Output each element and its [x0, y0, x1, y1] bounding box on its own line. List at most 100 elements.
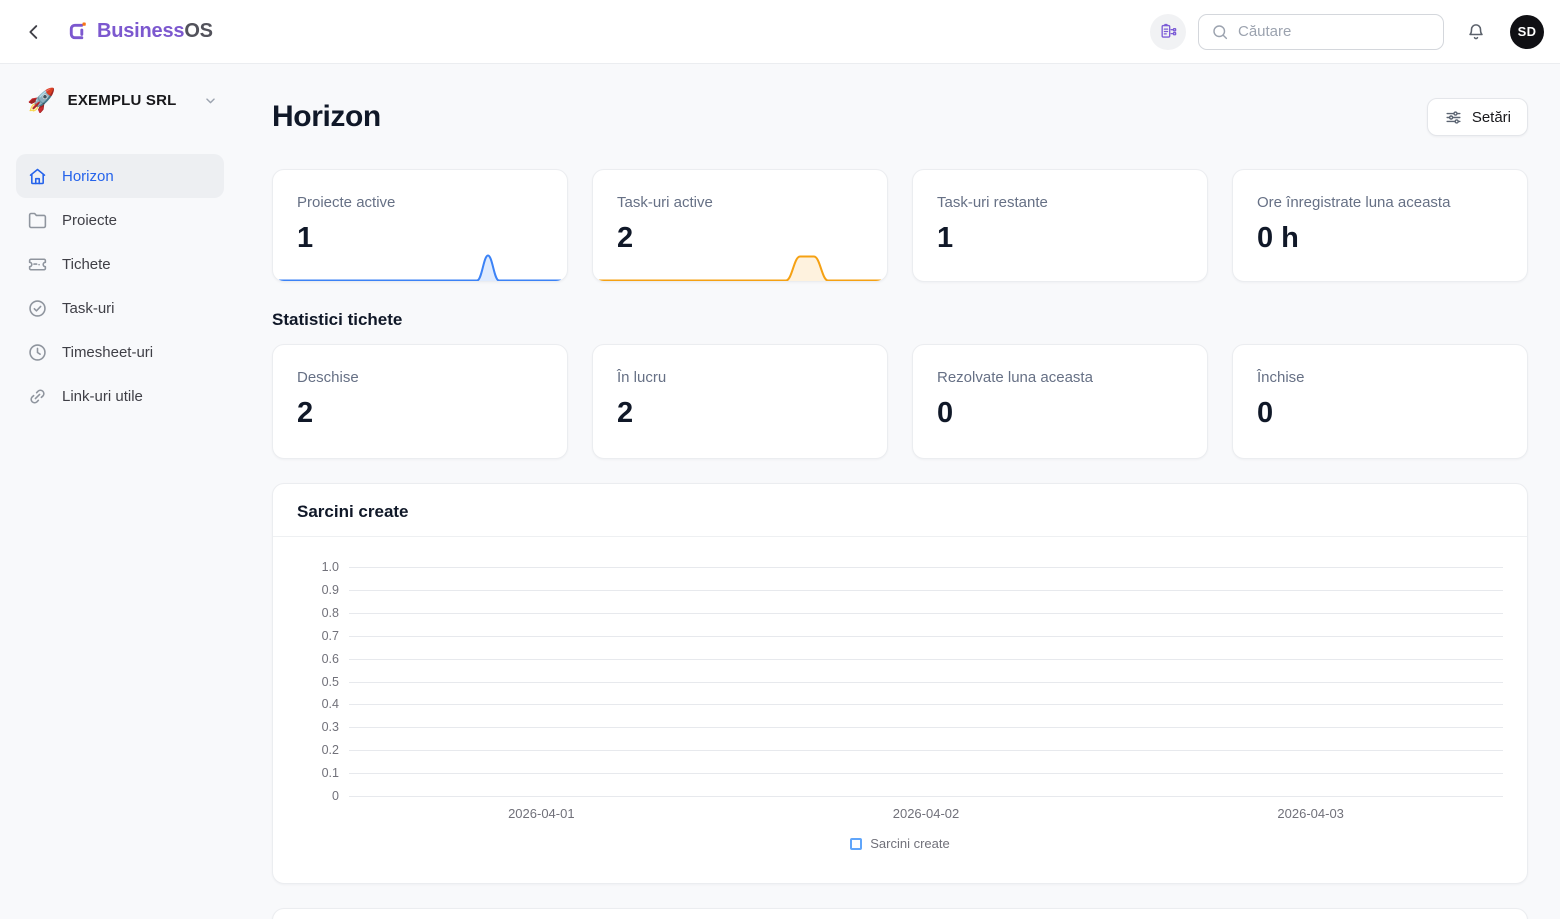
folder-icon [27, 210, 48, 231]
top-header: BusinessOS SD [0, 0, 1560, 64]
app-logo[interactable]: BusinessOS [66, 20, 213, 43]
chart-title: Sarcini create [297, 502, 409, 521]
org-structure-icon [1159, 22, 1178, 41]
home-icon [27, 166, 48, 187]
search-icon [1211, 23, 1229, 41]
chart-gridline [349, 750, 1503, 752]
sidebar-item-tichete[interactable]: Tichete [16, 242, 224, 286]
chart-gridline [349, 727, 1503, 729]
y-axis-tick-label: 0.1 [321, 766, 339, 781]
stat-value: 1 [937, 222, 954, 254]
brand-name-primary: Business [97, 20, 185, 42]
stat-value: 2 [617, 397, 634, 429]
stat-label: Task-uri active [617, 194, 713, 211]
settings-button[interactable]: Setări [1426, 98, 1528, 136]
bell-icon [1465, 21, 1487, 43]
ticket-icon [27, 254, 48, 275]
legend-label: Sarcini create [870, 836, 950, 851]
y-axis-tick-label: 0.4 [321, 697, 339, 712]
sidebar-item-label: Proiecte [62, 211, 118, 229]
chart-gridline [349, 658, 1503, 660]
stat-card-deschise: Deschise 2 [272, 344, 568, 459]
chart-gridline [349, 773, 1503, 775]
sidebar-item-task-uri[interactable]: Task-uri [16, 286, 224, 330]
sparkline-chart [273, 252, 567, 281]
x-axis-tick-label: 2026-04-01 [508, 806, 575, 821]
chart-gridline [349, 704, 1503, 706]
stat-label: Închise [1257, 369, 1305, 386]
company-name: EXEMPLU SRL [67, 91, 177, 109]
chart-legend-item[interactable]: Sarcini create [297, 836, 1503, 883]
tasks-created-chart-card: Sarcini create 1.0 0.9 0.8 0.7 0.6 0.5 0.4 0.3 0… [272, 483, 1528, 884]
sidebar-item-label: Link-uri utile [62, 387, 143, 405]
sidebar-item-label: Tichete [62, 255, 111, 273]
main-content: Horizon Setări Proiecte active 1 Task-ur… [240, 64, 1560, 919]
chevron-left-icon [23, 21, 45, 43]
y-axis-tick-label: 0 [332, 789, 339, 803]
primary-stats-row: Proiecte active 1 Task-uri active 2 Task… [272, 169, 1528, 282]
chart-plot: 1.0 0.9 0.8 0.7 0.6 0.5 0.4 0.3 0.2 0.1 0 [297, 560, 1503, 803]
stat-label: Proiecte active [297, 194, 396, 211]
search-input[interactable] [1238, 23, 1431, 40]
stat-value: 1 [297, 222, 314, 254]
company-selector[interactable]: 🚀 EXEMPLU SRL [16, 84, 224, 116]
clock-icon [27, 342, 48, 363]
chart-gridline [349, 635, 1503, 637]
sidebar: 🚀 EXEMPLU SRL Horizon Proiecte Tichete T… [0, 64, 240, 919]
rocket-icon: 🚀 [27, 86, 56, 113]
stat-label: Deschise [297, 369, 359, 386]
chevron-down-icon [202, 92, 219, 109]
chart-gridline [349, 681, 1503, 683]
user-avatar[interactable]: SD [1510, 14, 1544, 49]
stat-value: 0 [937, 397, 954, 429]
stat-card-ore-inregistrate: Ore înregistrate luna aceasta 0 h [1232, 169, 1528, 282]
sidebar-item-timesheet-uri[interactable]: Timesheet-uri [16, 330, 224, 374]
back-button[interactable] [16, 14, 52, 50]
chart-gridline [349, 589, 1503, 591]
y-axis-tick-label: 0.9 [321, 582, 339, 597]
y-axis-tick-label: 0.6 [321, 651, 339, 666]
sidebar-item-link-uri-utile[interactable]: Link-uri utile [16, 374, 224, 418]
stat-card-inchise: Închise 0 [1232, 344, 1528, 459]
chart-header: Sarcini create [273, 484, 1527, 537]
x-axis-tick-label: 2026-04-02 [892, 806, 960, 821]
tickets-section-heading: Statistici tichete [272, 310, 403, 329]
chart-gridline [349, 796, 1503, 797]
stat-card-task-uri-restante: Task-uri restante 1 [912, 169, 1208, 282]
organization-button[interactable] [1150, 13, 1186, 50]
sidebar-item-label: Timesheet-uri [62, 343, 154, 361]
sparkline-chart [593, 252, 887, 281]
page-title: Horizon [272, 100, 381, 133]
page-header-row: Horizon Setări [272, 98, 1528, 136]
sidebar-item-proiecte[interactable]: Proiecte [16, 198, 224, 242]
stat-value: 0 h [1257, 222, 1299, 254]
stat-label: În lucru [617, 369, 667, 386]
chart-gridline [349, 612, 1503, 614]
y-axis-tick-label: 0.2 [321, 743, 339, 758]
chart-gridline [349, 567, 1503, 568]
sidebar-item-horizon[interactable]: Horizon [16, 154, 224, 198]
y-axis-tick-label: 0.7 [321, 628, 339, 643]
chart-x-axis: 2026-04-01 2026-04-02 2026-04-03 [349, 806, 1503, 821]
stat-label: Rezolvate luna aceasta [937, 369, 1093, 386]
stat-card-in-lucru: În lucru 2 [592, 344, 888, 459]
next-card-partial [272, 908, 1528, 919]
y-axis-tick-label: 0.5 [321, 674, 339, 689]
stat-card-proiecte-active: Proiecte active 1 [272, 169, 568, 282]
stat-value: 2 [617, 222, 634, 254]
stat-label: Task-uri restante [937, 194, 1048, 211]
brand-name-secondary: OS [184, 20, 213, 42]
sidebar-nav: Horizon Proiecte Tichete Task-uri Timesh… [16, 154, 224, 418]
check-circle-icon [27, 298, 48, 319]
notifications-button[interactable] [1458, 14, 1494, 50]
stat-value: 0 [1257, 397, 1274, 429]
stat-label: Ore înregistrate luna aceasta [1257, 194, 1451, 211]
settings-button-label: Setări [1471, 108, 1511, 126]
chart-body: 1.0 0.9 0.8 0.7 0.6 0.5 0.4 0.3 0.2 0.1 0 2026-04-… [273, 537, 1527, 883]
brand-name: BusinessOS [97, 20, 213, 43]
sidebar-item-label: Horizon [62, 167, 114, 185]
ticket-stats-row: Deschise 2 În lucru 2 Rezolvate luna ace… [272, 344, 1528, 459]
stat-value: 2 [297, 397, 314, 429]
y-axis-tick-label: 0.8 [321, 605, 339, 620]
logo-icon [66, 20, 89, 43]
